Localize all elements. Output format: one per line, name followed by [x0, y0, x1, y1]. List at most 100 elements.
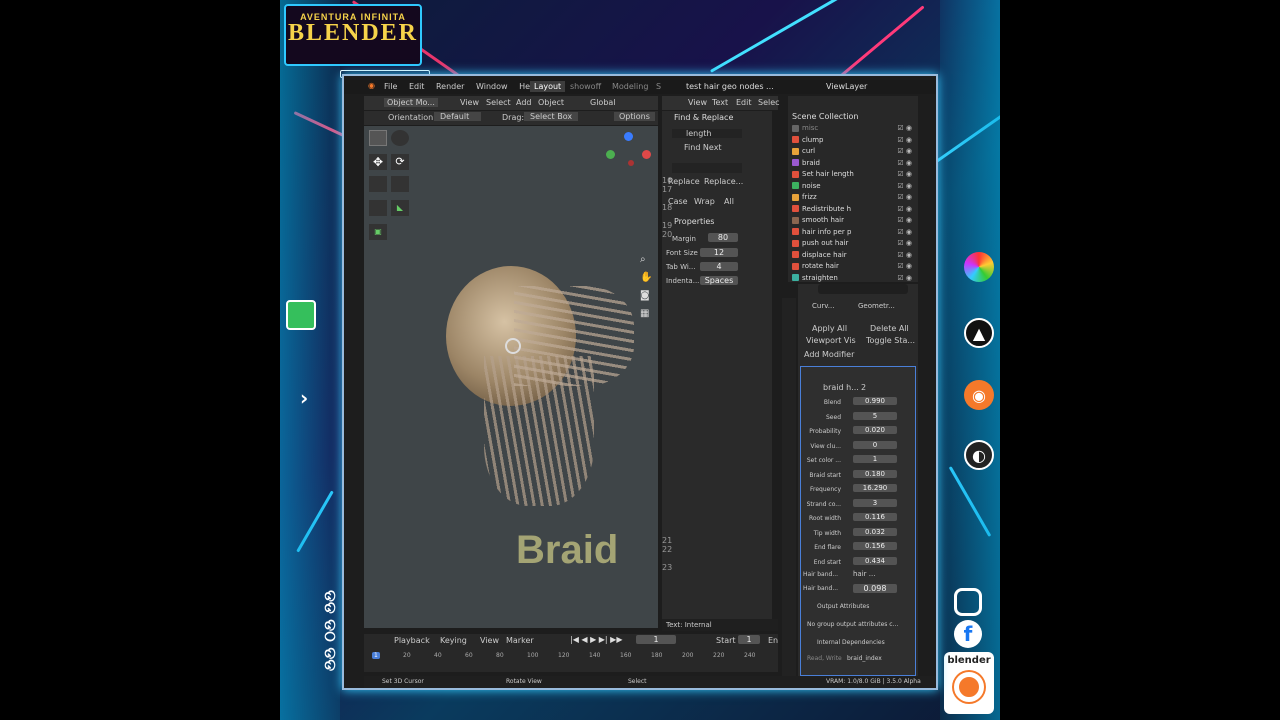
outliner-item[interactable]: clump ☑ ◉: [792, 136, 916, 147]
grid-icon[interactable]: ▦: [640, 308, 649, 319]
modifier-field-value[interactable]: 0.116: [853, 513, 897, 521]
tab-layout[interactable]: Layout: [530, 81, 566, 92]
visibility-icon[interactable]: ☑ ◉: [897, 251, 912, 259]
visibility-icon[interactable]: ☑ ◉: [897, 274, 912, 282]
visibility-icon[interactable]: ☑ ◉: [897, 228, 912, 236]
replace-all-button[interactable]: Replace...: [704, 177, 743, 186]
indentation-field[interactable]: Spaces: [700, 276, 738, 285]
modifier-field-value[interactable]: 0.434: [853, 556, 897, 565]
pan-hand-icon[interactable]: ✋: [640, 272, 652, 283]
text-menu-select[interactable]: Selec: [758, 98, 780, 107]
all-toggle[interactable]: All: [724, 197, 734, 206]
viewport-menu-view[interactable]: View: [460, 98, 479, 107]
internal-deps-header[interactable]: Internal Dependencies: [817, 639, 885, 646]
outliner-item[interactable]: misc ☑ ◉: [792, 124, 916, 135]
text-menu-text[interactable]: Text: [712, 98, 728, 107]
wrap-toggle[interactable]: Wrap: [694, 197, 715, 206]
viewport-menu-select[interactable]: Select: [486, 98, 511, 107]
tab-modeling[interactable]: Modeling: [612, 82, 648, 91]
outliner-item[interactable]: displace hair ☑ ◉: [792, 251, 916, 262]
visibility-icon[interactable]: ☑ ◉: [897, 124, 912, 132]
timeline-menu-playback[interactable]: Playback: [394, 636, 430, 645]
menu-edit[interactable]: Edit: [409, 82, 425, 91]
modifier-field-value[interactable]: 0.156: [853, 542, 897, 550]
tab-width-field[interactable]: 4: [700, 262, 738, 271]
blender-menu-icon[interactable]: ◉: [368, 81, 375, 90]
outliner-item[interactable]: rotate hair ☑ ◉: [792, 262, 916, 273]
outliner-item[interactable]: push out hair ☑ ◉: [792, 239, 916, 250]
viewport-menu-object[interactable]: Object: [538, 98, 564, 107]
modifier-field-value[interactable]: 3: [853, 498, 897, 507]
visibility-icon[interactable]: ☑ ◉: [897, 170, 912, 178]
modifier-field-value[interactable]: 16.290: [853, 484, 897, 492]
menu-window[interactable]: Window: [476, 82, 508, 91]
viewport-text-object[interactable]: Braid: [516, 528, 618, 573]
outliner-item[interactable]: Redistribute h ☑ ◉: [792, 205, 916, 216]
tab-more[interactable]: S: [656, 82, 661, 91]
3d-viewport[interactable]: ✥ ⟳ ◣ ▣ ⌕ ✋ ◙ ▦ Braid: [364, 126, 658, 628]
menu-file[interactable]: File: [384, 82, 397, 91]
add-cube-tool-icon[interactable]: ▣: [369, 224, 387, 240]
scale-tool-icon[interactable]: [369, 176, 387, 192]
outliner-item[interactable]: hair info per p ☑ ◉: [792, 228, 916, 239]
output-attributes-header[interactable]: Output Attributes: [817, 603, 869, 610]
modifier-field-value[interactable]: 0.020: [853, 426, 897, 434]
outliner-item[interactable]: frizz ☑ ◉: [792, 193, 916, 204]
mode-select[interactable]: Object Mo...: [384, 98, 438, 107]
camera-icon[interactable]: ◙: [640, 290, 650, 301]
font-size-field[interactable]: 12: [700, 248, 738, 257]
find-next-button[interactable]: Find Next: [684, 143, 722, 152]
text-menu-edit[interactable]: Edit: [736, 98, 752, 107]
timeline-menu-marker[interactable]: Marker: [506, 636, 534, 645]
visibility-icon[interactable]: ☑ ◉: [897, 205, 912, 213]
toggle-stack-button[interactable]: Toggle Sta...: [866, 336, 915, 345]
timeline-menu-view[interactable]: View: [480, 636, 499, 645]
annotate-tool-icon[interactable]: [369, 200, 387, 216]
modifier-field-value[interactable]: 5: [853, 411, 897, 420]
modifier-field-value[interactable]: 0: [853, 440, 897, 449]
modifier-field-value[interactable]: 1: [853, 455, 897, 463]
text-menu-view[interactable]: View: [688, 98, 707, 107]
viewport-vis-button[interactable]: Viewport Vis: [806, 336, 856, 345]
search-field[interactable]: [818, 284, 908, 294]
find-replace-title[interactable]: Find & Replace: [674, 113, 733, 122]
visibility-icon[interactable]: ☑ ◉: [897, 159, 912, 167]
margin-field[interactable]: 80: [708, 233, 738, 242]
find-input[interactable]: length: [672, 129, 742, 138]
modifier-field-value[interactable]: 0.990: [853, 397, 897, 405]
modifier-field-value[interactable]: 0.180: [853, 469, 897, 478]
apply-all-button[interactable]: Apply All: [812, 324, 847, 333]
delete-all-button[interactable]: Delete All: [870, 324, 909, 333]
outliner-item[interactable]: Set hair length ☑ ◉: [792, 170, 916, 181]
timeline-menu-keying[interactable]: Keying: [440, 636, 467, 645]
transform-orientation[interactable]: Global: [590, 98, 616, 107]
drag-select[interactable]: Select Box: [524, 112, 579, 121]
viewport-menu-add[interactable]: Add: [516, 98, 532, 107]
outliner-item[interactable]: smooth hair ☑ ◉: [792, 216, 916, 227]
hair-band-field[interactable]: hair ...: [853, 570, 875, 578]
navigation-gizmo[interactable]: [606, 132, 652, 178]
outliner-item[interactable]: braid ☑ ◉: [792, 159, 916, 170]
transform-tool-icon[interactable]: [391, 176, 409, 192]
outliner-item[interactable]: curl ☑ ◉: [792, 147, 916, 158]
zoom-icon[interactable]: ⌕: [640, 254, 646, 265]
options-button[interactable]: Options: [614, 112, 655, 121]
visibility-icon[interactable]: ☑ ◉: [897, 182, 912, 190]
modifier-field-value[interactable]: 0.032: [853, 527, 897, 536]
view-layer[interactable]: ViewLayer: [826, 82, 867, 91]
outliner-item[interactable]: straighten ☑ ◉: [792, 274, 916, 285]
modifier-name[interactable]: braid h...: [823, 383, 859, 392]
menu-render[interactable]: Render: [436, 82, 464, 91]
visibility-icon[interactable]: ☑ ◉: [897, 136, 912, 144]
visibility-icon[interactable]: ☑ ◉: [897, 216, 912, 224]
outliner-item[interactable]: noise ☑ ◉: [792, 182, 916, 193]
replace-input[interactable]: [672, 163, 742, 173]
current-frame-field[interactable]: 1: [636, 635, 676, 644]
visibility-icon[interactable]: ☑ ◉: [897, 239, 912, 247]
visibility-icon[interactable]: ☑ ◉: [897, 193, 912, 201]
orientation-select[interactable]: Default: [434, 112, 482, 121]
cursor-tool-icon[interactable]: [391, 130, 409, 146]
measure-tool-icon[interactable]: ◣: [391, 200, 409, 216]
start-field[interactable]: 1: [738, 635, 760, 644]
visibility-icon[interactable]: ☑ ◉: [897, 147, 912, 155]
